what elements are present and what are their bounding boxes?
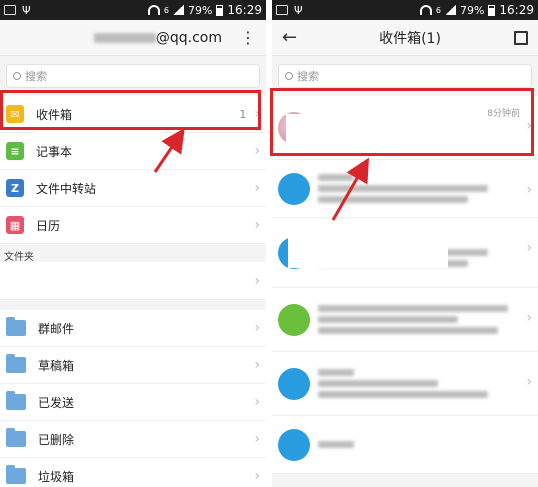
mail-preview bbox=[318, 170, 532, 207]
mail-preview bbox=[318, 301, 532, 338]
clock: 16:29 bbox=[227, 3, 262, 17]
account-domain: @qq.com bbox=[155, 29, 222, 46]
chevron-right-icon: › bbox=[254, 143, 260, 159]
folder-label: 已发送 bbox=[38, 395, 75, 410]
folder-label: 垃圾箱 bbox=[38, 469, 75, 484]
battery-icon bbox=[488, 4, 496, 16]
file-transfer-label: 文件中转站 bbox=[36, 181, 97, 196]
folder-item-group-mail[interactable]: 群邮件 › bbox=[0, 310, 266, 347]
page-title: 收件箱(1) bbox=[379, 30, 441, 47]
search-bar[interactable]: 搜索 bbox=[278, 64, 532, 88]
chevron-right-icon: › bbox=[254, 431, 260, 447]
mail-preview bbox=[318, 365, 532, 402]
image-notification-icon bbox=[4, 5, 16, 15]
back-arrow-icon[interactable]: ← bbox=[282, 27, 306, 48]
chevron-right-icon: › bbox=[526, 118, 532, 134]
chevron-right-icon: › bbox=[254, 106, 260, 122]
account-selector[interactable]: @qq.com bbox=[93, 29, 222, 46]
inbox-label: 收件箱 bbox=[36, 107, 73, 122]
sender-avatar bbox=[278, 172, 310, 205]
file-transfer-icon: Z bbox=[6, 179, 24, 197]
folder-item-sent[interactable]: 已发送 › bbox=[0, 384, 266, 421]
clock: 16:29 bbox=[499, 3, 534, 17]
usb-icon: Ψ bbox=[294, 3, 303, 17]
chevron-right-icon: › bbox=[254, 272, 260, 289]
chevron-right-icon: › bbox=[254, 217, 260, 233]
mail-list-item[interactable]: › bbox=[272, 288, 538, 352]
inbox-screen: Ψ 6 79% 16:29 ← 收件箱(1) 搜索 8分钟前 › › › › › bbox=[272, 0, 538, 487]
sender-avatar bbox=[278, 367, 310, 400]
chevron-right-icon: › bbox=[526, 240, 532, 256]
compose-icon[interactable] bbox=[514, 30, 528, 45]
redaction-block bbox=[286, 114, 484, 148]
chevron-right-icon: › bbox=[526, 374, 532, 390]
search-placeholder: 搜索 bbox=[297, 70, 319, 83]
folder-item-drafts[interactable]: 草稿箱 › bbox=[0, 347, 266, 384]
mail-time: 8分钟前 bbox=[487, 109, 520, 119]
folder-item-deleted[interactable]: 已删除 › bbox=[0, 421, 266, 458]
search-icon bbox=[13, 72, 21, 80]
chevron-right-icon: › bbox=[254, 180, 260, 196]
mail-list-item[interactable] bbox=[272, 416, 538, 474]
folder-icon bbox=[6, 317, 26, 336]
status-bar: Ψ 6 79% 16:29 bbox=[0, 0, 266, 20]
mail-list-item[interactable]: › bbox=[272, 352, 538, 416]
folder-icon bbox=[6, 354, 26, 373]
chevron-right-icon: › bbox=[254, 357, 260, 373]
redaction-block bbox=[34, 128, 162, 138]
chevron-right-icon: › bbox=[254, 394, 260, 410]
status-bar: Ψ 6 79% 16:29 bbox=[272, 0, 538, 20]
sender-avatar bbox=[278, 303, 310, 336]
chevron-right-icon: › bbox=[254, 468, 260, 484]
battery-percent: 79% bbox=[459, 3, 485, 17]
wifi-icon bbox=[419, 5, 432, 15]
folder-list-screen: Ψ 6 79% 16:29 @qq.com ⋮ 搜索 ✉ 收件箱 1 › ≡ 记… bbox=[0, 0, 266, 487]
calendar-icon: ▦ bbox=[6, 216, 24, 234]
folder-icon bbox=[6, 465, 26, 484]
mail-preview bbox=[318, 437, 532, 452]
folder-item-spam[interactable]: 垃圾箱 › bbox=[0, 458, 266, 487]
inbox-header: ← 收件箱(1) bbox=[272, 20, 538, 56]
mail-list-item[interactable]: › bbox=[272, 160, 538, 218]
usb-icon: Ψ bbox=[22, 3, 31, 17]
image-notification-icon bbox=[276, 5, 288, 15]
signal-label: 6 bbox=[435, 5, 441, 15]
battery-icon bbox=[216, 4, 224, 16]
chevron-right-icon: › bbox=[526, 310, 532, 326]
sidebar-item-calendar[interactable]: ▦ 日历 › bbox=[0, 207, 266, 244]
calendar-label: 日历 bbox=[36, 218, 61, 233]
inbox-icon: ✉ bbox=[6, 105, 24, 123]
chevron-right-icon: › bbox=[254, 320, 260, 336]
search-icon bbox=[285, 72, 293, 80]
battery-percent: 79% bbox=[187, 3, 213, 17]
signal-label: 6 bbox=[163, 5, 169, 15]
notepad-label: 记事本 bbox=[36, 144, 73, 159]
chevron-right-icon: › bbox=[526, 182, 532, 198]
folder-icon bbox=[6, 428, 26, 447]
folder-label: 已删除 bbox=[38, 432, 75, 447]
account-header: @qq.com ⋮ bbox=[0, 20, 266, 56]
search-placeholder: 搜索 bbox=[25, 70, 47, 83]
signal-icon bbox=[444, 5, 456, 15]
redacted-account-name bbox=[93, 32, 156, 43]
wifi-icon bbox=[147, 5, 160, 15]
folder-gap bbox=[0, 300, 266, 310]
mail-list-item[interactable]: 8分钟前 › bbox=[272, 96, 538, 160]
mail-list-item[interactable]: › bbox=[272, 218, 538, 288]
sidebar-item-file-transfer[interactable]: Z 文件中转站 › bbox=[0, 170, 266, 207]
folder-icon bbox=[6, 391, 26, 410]
search-bar[interactable]: 搜索 bbox=[6, 64, 260, 88]
blank-folder-row[interactable]: › bbox=[0, 262, 266, 300]
screenshot-root: Ψ 6 79% 16:29 @qq.com ⋮ 搜索 ✉ 收件箱 1 › ≡ 记… bbox=[0, 0, 538, 487]
folder-label: 草稿箱 bbox=[38, 358, 75, 373]
sender-avatar bbox=[278, 428, 310, 461]
folders-section-header: 文件夹 bbox=[0, 244, 266, 263]
sidebar-item-notepad[interactable]: ≡ 记事本 › bbox=[0, 133, 266, 170]
more-menu-icon[interactable]: ⋮ bbox=[240, 28, 256, 47]
redaction-block bbox=[288, 228, 448, 268]
folder-label: 群邮件 bbox=[38, 321, 75, 336]
notepad-icon: ≡ bbox=[6, 142, 24, 160]
inbox-unread-count: 1 bbox=[239, 107, 247, 121]
signal-icon bbox=[172, 5, 184, 15]
